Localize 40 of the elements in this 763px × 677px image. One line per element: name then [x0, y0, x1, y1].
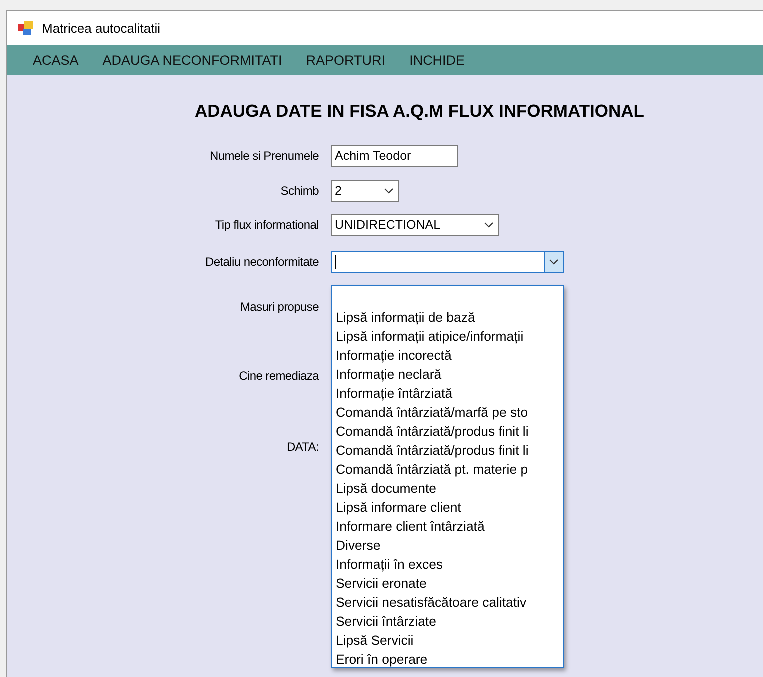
dropdown-option[interactable]: Servicii nesatisfăcătoare calitativ	[336, 593, 563, 612]
chevron-down-icon	[484, 222, 494, 228]
field-label: Tip flux informational	[215, 218, 319, 232]
menu-item[interactable]: RAPORTURI	[294, 52, 398, 68]
dropdown-option[interactable]: Servicii întârziate	[336, 612, 563, 631]
menu-item[interactable]: ACASA	[21, 52, 91, 68]
dropdown-option[interactable]: Erori în operare	[336, 650, 563, 669]
menu-item[interactable]: INCHIDE	[398, 52, 478, 68]
dropdown-option[interactable]: Informație neclară	[336, 365, 563, 384]
dropdown-option[interactable]: Lipsă informații atipice/informații	[336, 327, 563, 346]
dropdown-option[interactable]: Comandă întârziată/produs finit li	[336, 422, 563, 441]
dropdown-option[interactable]: Comandă întârziată pt. materie p	[336, 460, 563, 479]
menu-item[interactable]: ADAUGA NECONFORMITATI	[90, 52, 294, 68]
dropdown-option[interactable]: Lipsă informare client	[336, 498, 563, 517]
field-label: Cine remediaza	[239, 369, 319, 383]
field-label: Detaliu neconformitate	[206, 255, 319, 269]
dropdown-option[interactable]: Lipsă Servicii	[336, 631, 563, 650]
dropdown-option[interactable]: Informații în exces	[336, 555, 563, 574]
dropdown-option[interactable]: Comandă întârziată/produs finit li	[336, 441, 563, 460]
field-label: Masuri propuse	[240, 300, 319, 314]
chevron-down-icon	[384, 188, 394, 194]
dropdown-option[interactable]: Comandă întârziată/marfă pe sto	[336, 403, 563, 422]
dropdown-field[interactable]	[331, 251, 564, 273]
dropdown-option[interactable]: Lipsă informații de bază	[336, 308, 563, 327]
dropdown-option[interactable]: Servicii eronate	[336, 574, 563, 593]
chevron-down-icon	[549, 259, 559, 265]
dropdown-option[interactable]: Informație întârziată	[336, 384, 563, 403]
dropdown-option[interactable]: Diverse	[336, 536, 563, 555]
form-heading: ADAUGA DATE IN FISA A.Q.M FLUX INFORMATIONAL	[195, 101, 646, 122]
dropdown-option[interactable]: Informație incorectă	[336, 346, 563, 365]
dropdown-field[interactable]: 2	[331, 180, 399, 202]
dropdown-option[interactable]: Lipsă documente	[336, 479, 563, 498]
dropdown-field[interactable]: UNIDIRECTIONAL	[331, 214, 499, 236]
name-field[interactable]: Achim Teodor	[331, 144, 458, 166]
app-icon	[18, 20, 34, 36]
field-label: Numele si Prenumele	[210, 148, 319, 162]
dropdown-option[interactable]: Informare client întârziată	[336, 517, 563, 536]
field-label: Schimb	[280, 184, 319, 198]
window-title: Matricea autocalitatii	[42, 20, 160, 36]
field-label: DATA:	[286, 440, 319, 454]
